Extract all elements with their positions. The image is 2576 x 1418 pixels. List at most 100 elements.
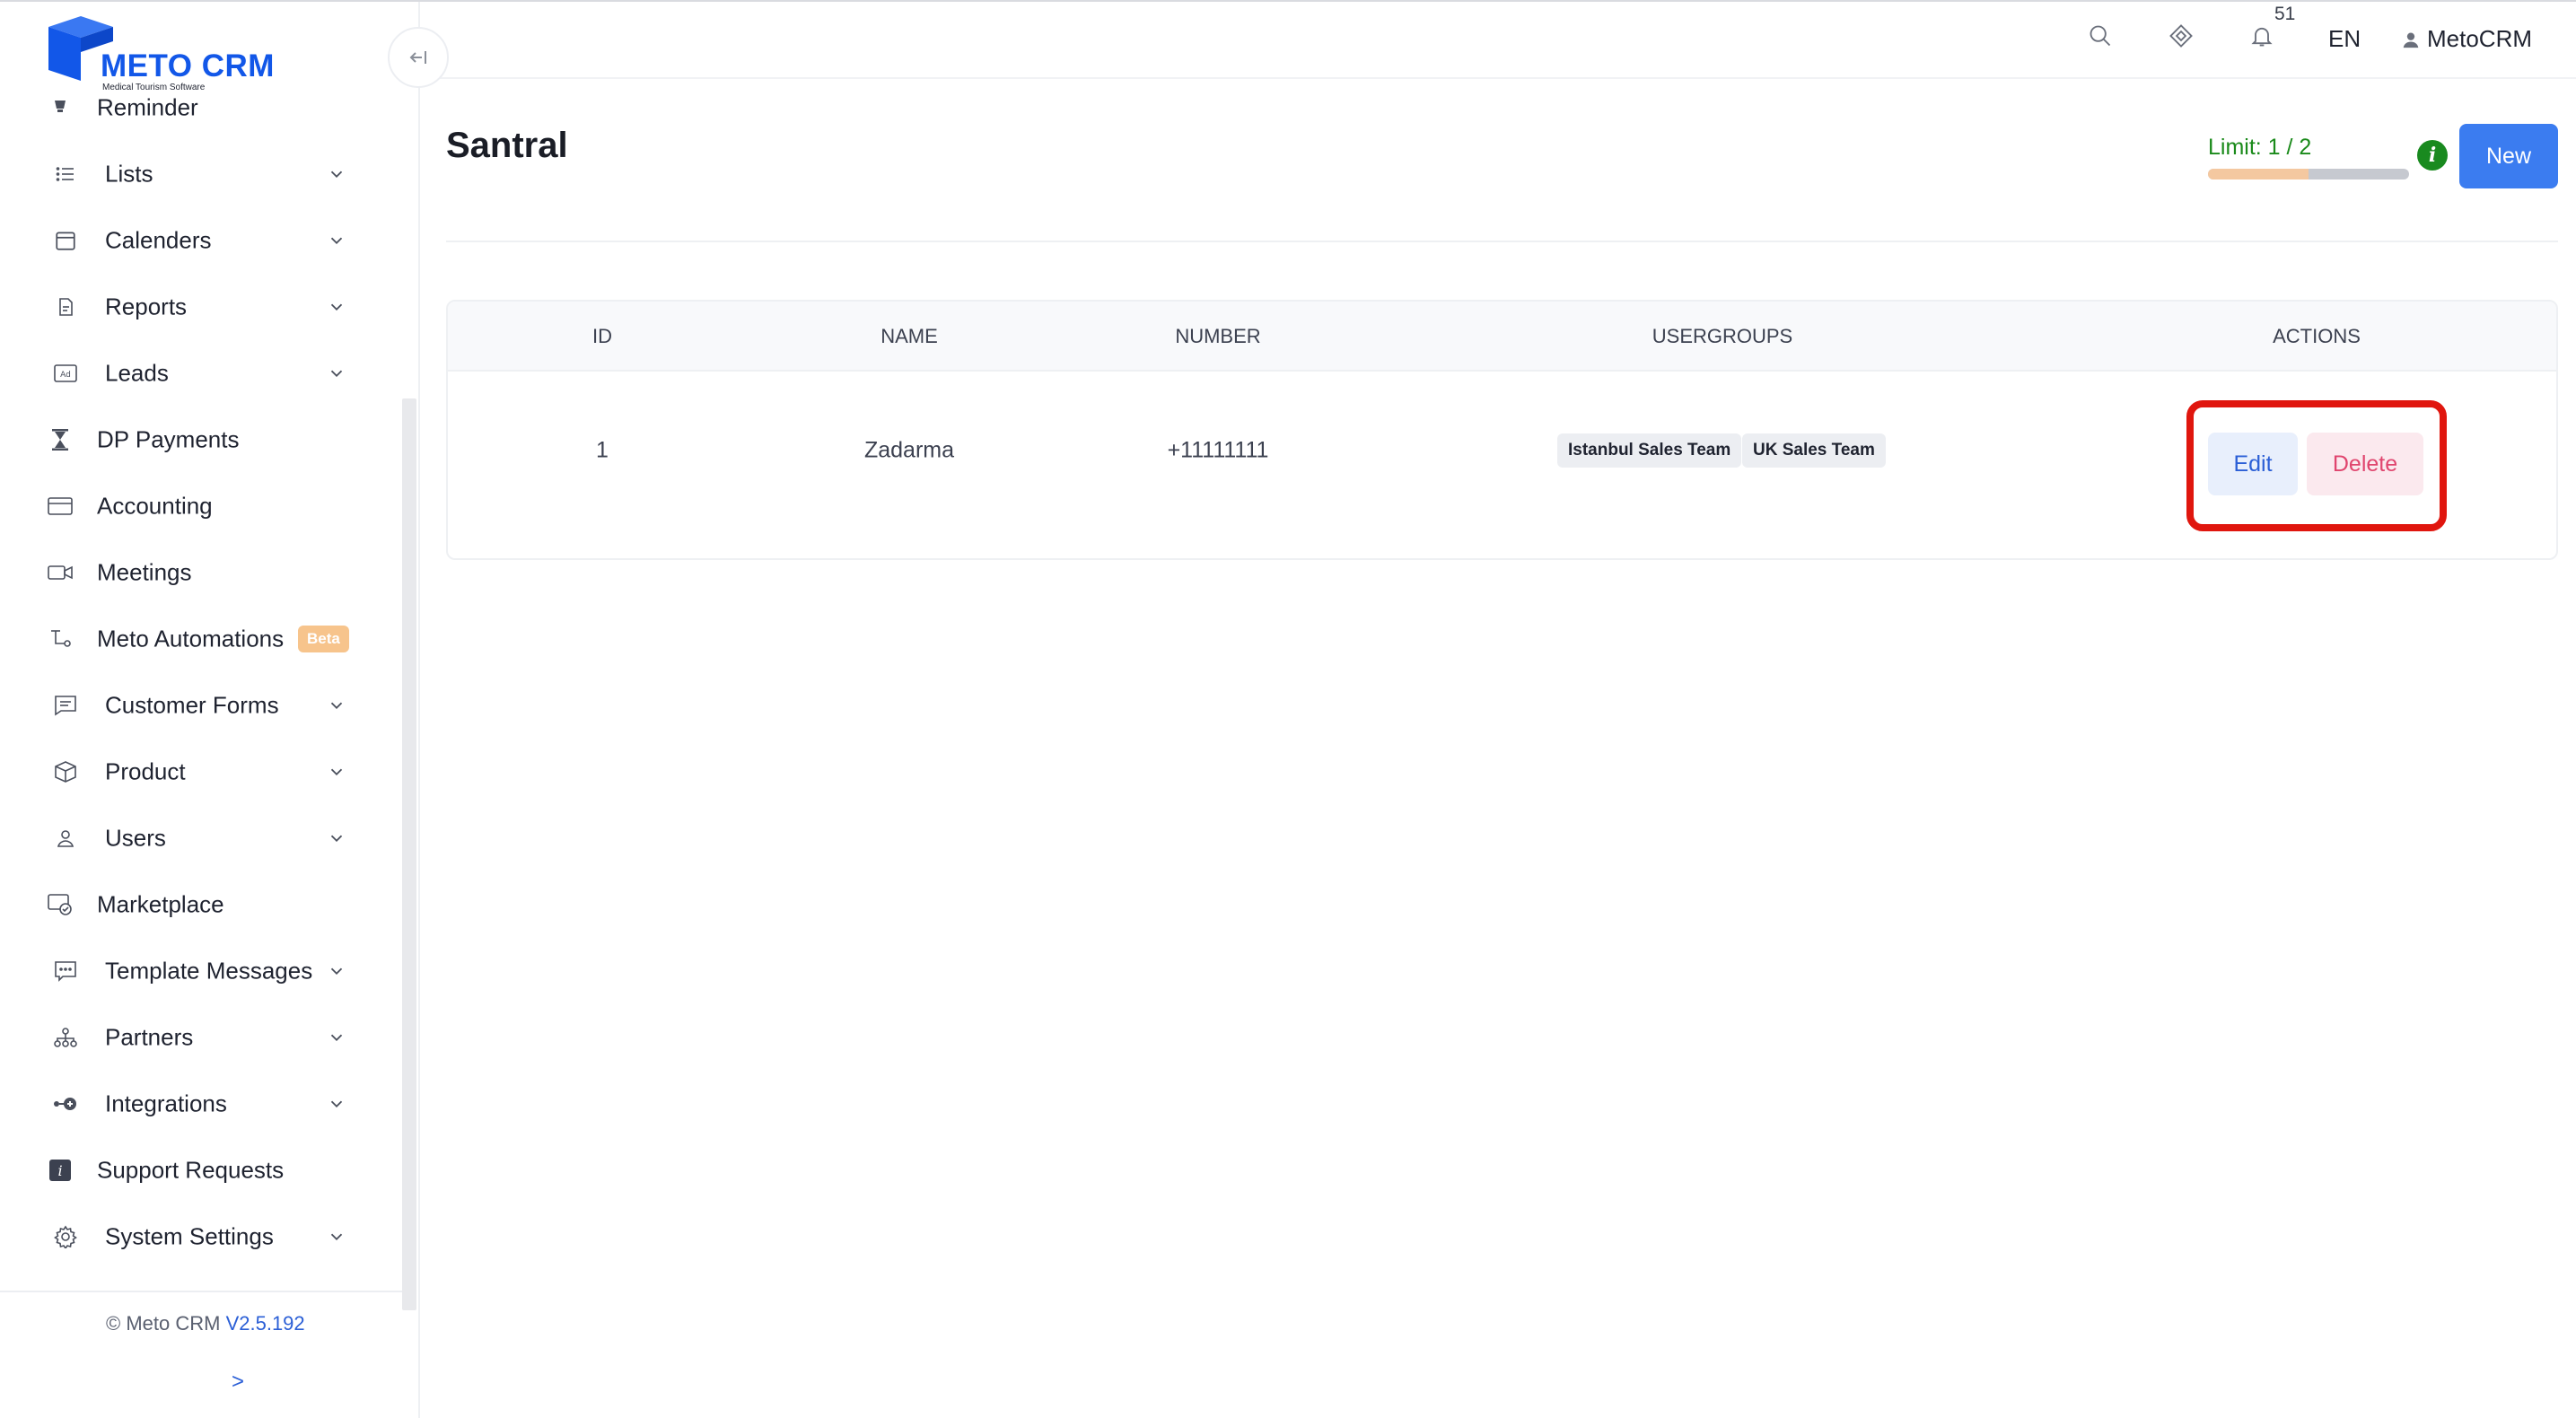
- svg-text:i: i: [57, 1162, 62, 1179]
- sidebar-item-leads[interactable]: Ad Leads: [0, 346, 402, 400]
- chevron-down-icon: [330, 370, 343, 378]
- beta-badge: Beta: [298, 626, 349, 652]
- sidebar-item-label: Support Requests: [97, 1156, 285, 1184]
- new-button[interactable]: New: [2459, 124, 2558, 188]
- user-menu[interactable]: MetoCRM: [2402, 25, 2532, 53]
- message-icon: [52, 958, 79, 985]
- sidebar: METO CRM Medical Tourism Software Remind…: [0, 2, 420, 1418]
- user-icon: [52, 825, 79, 852]
- chevron-down-icon: [330, 237, 343, 245]
- calendar-icon: [52, 227, 79, 254]
- sidebar-item-label: Meetings: [97, 558, 192, 586]
- info-icon[interactable]: i: [2417, 140, 2448, 171]
- marketplace-icon: [47, 891, 74, 918]
- chevron-down-icon: [330, 1100, 343, 1108]
- flow-icon: [47, 626, 74, 652]
- forms-icon: [52, 692, 79, 719]
- sidebar-item-label: Partners: [105, 1023, 194, 1051]
- sidebar-item-label: System Settings: [105, 1222, 274, 1250]
- chevron-down-icon: [330, 967, 343, 976]
- sidebar-collapse-button[interactable]: [388, 27, 449, 88]
- sidebar-item-label: Customer Forms: [105, 691, 279, 719]
- sidebar-item-label: Template Messages: [105, 957, 313, 985]
- usergroup-tag: Istanbul Sales Team: [1557, 433, 1742, 468]
- ad-icon: Ad: [52, 360, 79, 387]
- sidebar-item-label: Meto Automations: [97, 625, 285, 652]
- column-header-name[interactable]: NAME: [881, 302, 938, 372]
- chevron-down-icon: [330, 1034, 343, 1042]
- sidebar-footer-divider: [0, 1291, 402, 1292]
- copyright: © Meto CRM V2.5.192: [106, 1312, 305, 1335]
- column-header-actions: ACTIONS: [2273, 325, 2361, 347]
- chevron-down-icon: [330, 1233, 343, 1241]
- table-header: ID NAME NUMBER USERGROUPS ACTIONS: [448, 302, 2556, 372]
- sidebar-item-calenders[interactable]: Calenders: [0, 214, 402, 267]
- sidebar-item-dp-payments[interactable]: DP Payments: [0, 413, 402, 467]
- info-square-icon: i: [47, 1157, 74, 1184]
- sidebar-item-label: Calenders: [105, 226, 212, 254]
- sidebar-item-label: Product: [105, 757, 186, 785]
- document-icon: [52, 293, 79, 320]
- sidebar-item-label: Marketplace: [97, 890, 224, 918]
- language-selector[interactable]: EN: [2328, 25, 2361, 53]
- sidebar-item-product[interactable]: Product: [0, 745, 402, 799]
- logo-title: METO CRM: [101, 48, 275, 83]
- partners-icon: [52, 1024, 79, 1051]
- sidebar-item-reports[interactable]: Reports: [0, 280, 402, 334]
- list-icon: [52, 161, 79, 188]
- sidebar-item-label: Users: [105, 824, 166, 852]
- sidebar-item-marketplace[interactable]: Marketplace: [0, 878, 402, 932]
- bell-icon: [47, 94, 74, 121]
- bell-icon[interactable]: [2247, 22, 2276, 50]
- column-header-number[interactable]: NUMBER: [1175, 302, 1260, 372]
- sidebar-item-accounting[interactable]: Accounting: [0, 479, 402, 533]
- content-divider: [446, 241, 2558, 242]
- usergroup-tag: UK Sales Team: [1742, 433, 1886, 468]
- limit-progress-fill: [2208, 169, 2309, 179]
- sidebar-item-label: DP Payments: [97, 425, 240, 453]
- sidebar-item-users[interactable]: Users: [0, 811, 402, 865]
- sidebar-item-reminder[interactable]: Reminder: [0, 81, 402, 135]
- delete-button[interactable]: Delete: [2307, 433, 2423, 495]
- credit-card-icon: [47, 493, 74, 520]
- limit-label: Limit: 1 / 2: [2208, 135, 2312, 160]
- chevron-down-icon: [330, 768, 343, 776]
- sidebar-item-partners[interactable]: Partners: [0, 1011, 402, 1064]
- hourglass-icon: [47, 426, 74, 453]
- diamond-icon[interactable]: [2167, 22, 2195, 50]
- box-icon: [52, 758, 79, 785]
- search-icon[interactable]: [2086, 22, 2115, 50]
- cell-number: +11111111: [1167, 437, 1269, 463]
- limit-progress-bar: [2208, 169, 2409, 179]
- collapse-left-icon: [409, 51, 426, 64]
- version-link[interactable]: V2.5.192: [226, 1312, 305, 1335]
- sidebar-item-meto-automations[interactable]: Meto Automations Beta: [0, 612, 402, 666]
- chevron-down-icon: [330, 303, 343, 311]
- copyright-text: © Meto CRM: [106, 1312, 221, 1335]
- sidebar-item-meetings[interactable]: Meetings: [0, 546, 402, 600]
- sidebar-item-integrations[interactable]: Integrations: [0, 1077, 402, 1131]
- page-title: Santral: [446, 126, 568, 165]
- sidebar-item-template-messages[interactable]: Template Messages: [0, 944, 402, 998]
- chevron-down-icon: [330, 171, 343, 179]
- integration-icon: [52, 1090, 79, 1117]
- sidebar-item-system-settings[interactable]: System Settings: [0, 1210, 402, 1264]
- notification-count: 51: [2274, 4, 2296, 24]
- sidebar-item-lists[interactable]: Lists: [0, 147, 402, 201]
- expand-toggle[interactable]: >: [232, 1370, 244, 1395]
- cell-id: 1: [596, 437, 609, 463]
- column-header-id[interactable]: ID: [592, 302, 612, 372]
- user-icon: [2403, 32, 2419, 48]
- sidebar-item-customer-forms[interactable]: Customer Forms: [0, 678, 402, 732]
- column-header-usergroups[interactable]: USERGROUPS: [1652, 302, 1792, 372]
- sidebar-item-label: Reminder: [97, 93, 198, 121]
- sidebar-item-label: Accounting: [97, 492, 213, 520]
- sidebar-item-support-requests[interactable]: i Support Requests: [0, 1143, 402, 1197]
- edit-button[interactable]: Edit: [2208, 433, 2298, 495]
- sidebar-item-label: Lists: [105, 160, 153, 188]
- svg-text:Ad: Ad: [60, 371, 71, 380]
- sidebar-item-label: Reports: [105, 293, 188, 320]
- cell-name: Zadarma: [863, 437, 955, 463]
- chevron-down-icon: [330, 702, 343, 710]
- sidebar-scrollbar[interactable]: [402, 398, 416, 1310]
